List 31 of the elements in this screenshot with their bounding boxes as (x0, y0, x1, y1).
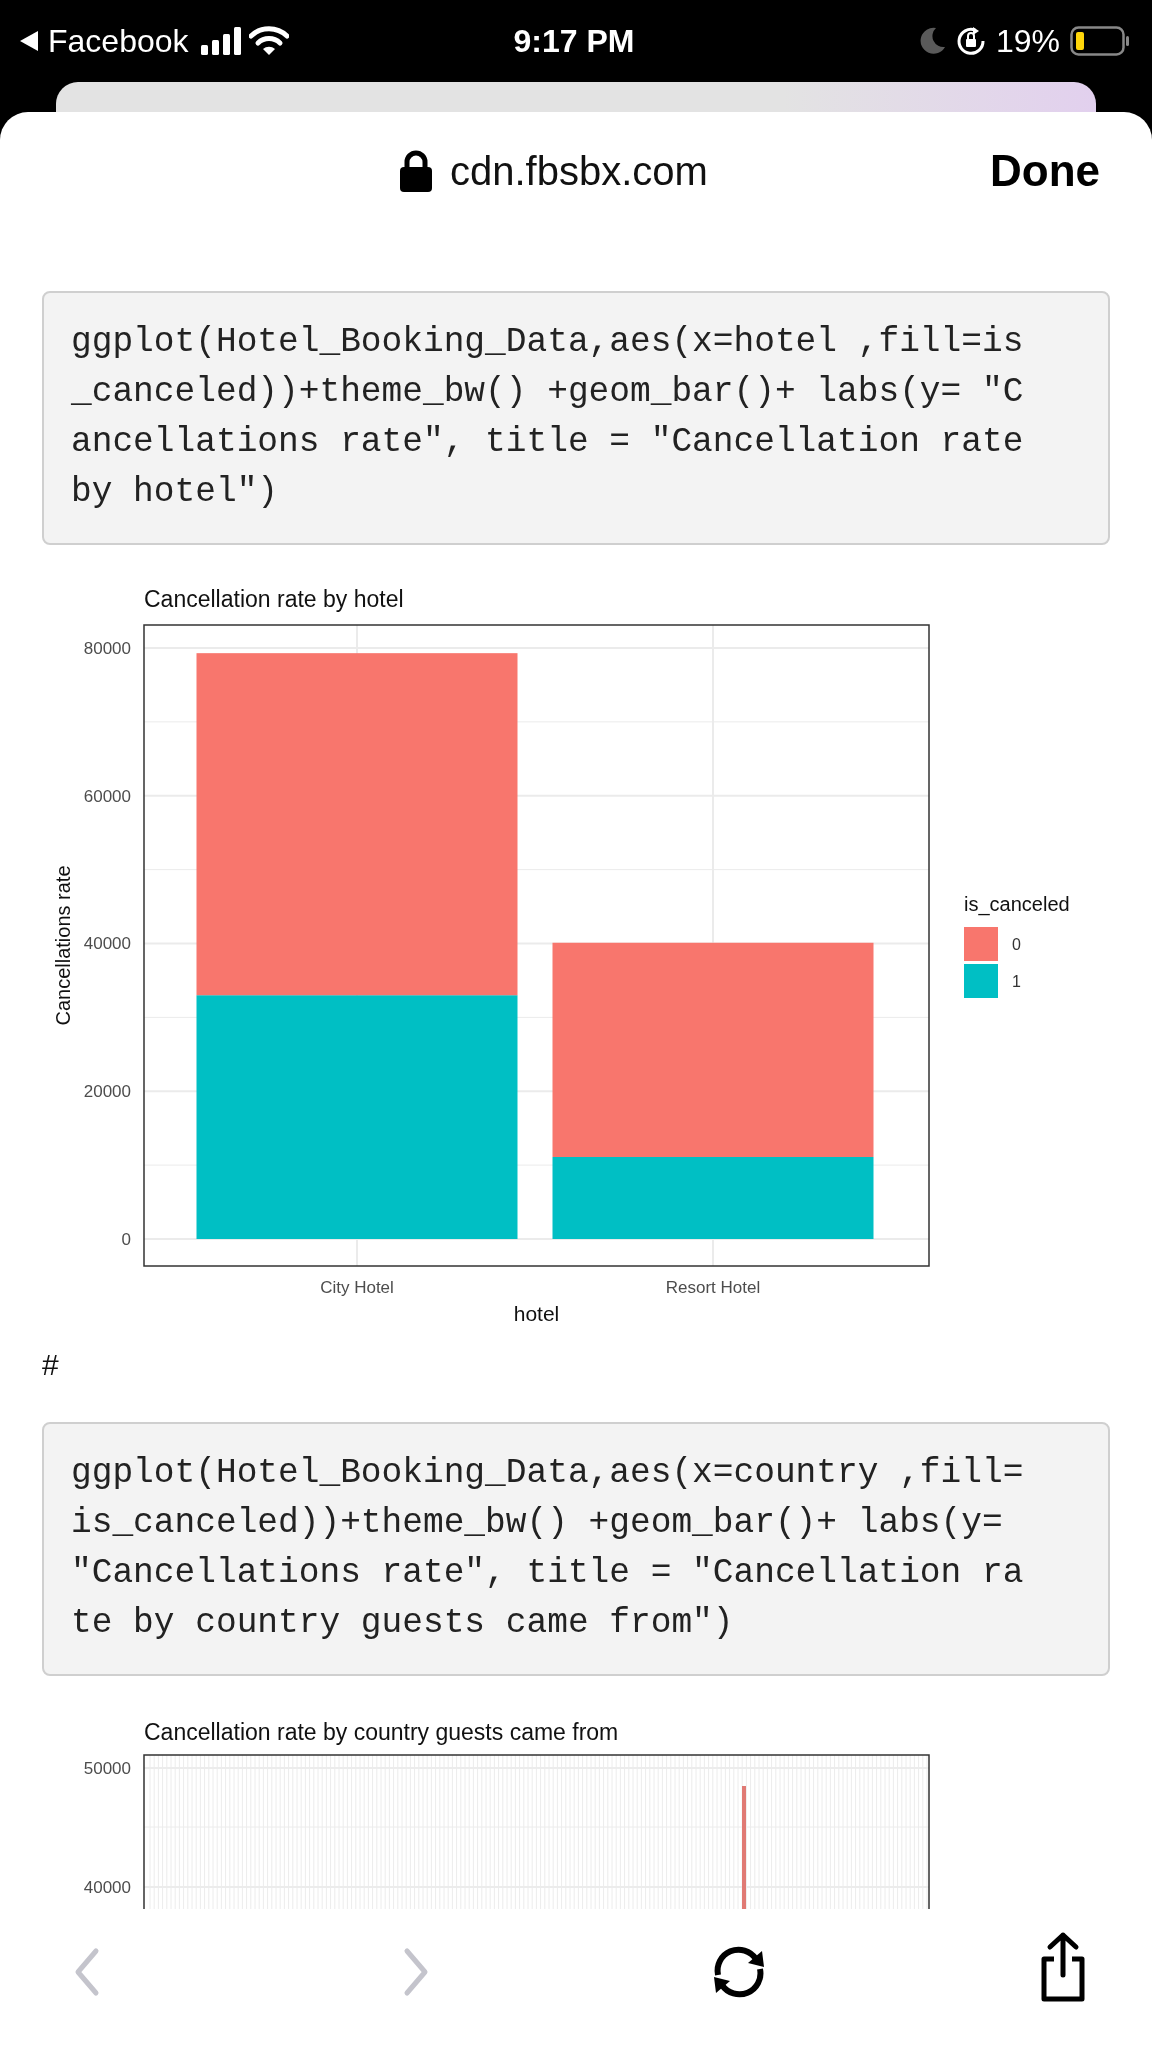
legend-label: 1 (1012, 973, 1021, 990)
code-block: ggplot(Hotel_Booking_Data,aes(x=country ,fill= is_canceled))+theme_bw() +geom_bar()+ labs(y= "Cancellations rate", title = "Cancellation ra te by country guests came from") (42, 1422, 1110, 1676)
y-tick-label: 20000 (83, 1082, 131, 1102)
x-tick-label: City Hotel (320, 1278, 394, 1297)
chart-title: Cancellation rate by country guests came from (144, 1719, 619, 1745)
y-tick-label: 80000 (83, 639, 131, 658)
wifi-icon (248, 26, 289, 56)
y-tick-label: 60000 (83, 786, 131, 806)
y-tick-label: 50000 (83, 1759, 131, 1778)
y-tick-label: 0 (121, 1230, 131, 1249)
x-tick-label: Resort Hotel (665, 1278, 761, 1297)
chart-title: Cancellation rate by hotel (144, 586, 404, 612)
url-text[interactable]: cdn.fbsbx.com (450, 148, 708, 194)
code-block: ggplot(Hotel_Booking_Data,aes(x=hotel ,fill=is _canceled))+theme_bw() +geom_bar()+ labs(y= "C ancellations rate", title = "Cancellation rate by hotel") (42, 291, 1110, 545)
moon-icon (919, 27, 946, 55)
back-app-label[interactable]: Facebook (48, 22, 189, 60)
y-tick-label: 40000 (83, 934, 131, 954)
legend-label: 0 (1012, 936, 1021, 953)
lock-icon (400, 150, 432, 192)
y-axis-label: Cancellations rate (52, 865, 74, 1026)
signal-icon (200, 27, 241, 55)
clock-time: 9:17 PM (513, 22, 635, 60)
battery-icon (1070, 26, 1130, 56)
legend-title: is_canceled (964, 893, 1070, 915)
back-arrow-icon[interactable] (18, 29, 40, 53)
rotation-lock-icon (955, 26, 986, 56)
x-axis-label: hotel (513, 1302, 560, 1325)
done-button[interactable]: Done (976, 146, 1114, 196)
body-text: # (42, 1347, 59, 1383)
y-tick-label: 40000 (83, 1878, 131, 1897)
battery-percent: 19% (995, 22, 1060, 60)
